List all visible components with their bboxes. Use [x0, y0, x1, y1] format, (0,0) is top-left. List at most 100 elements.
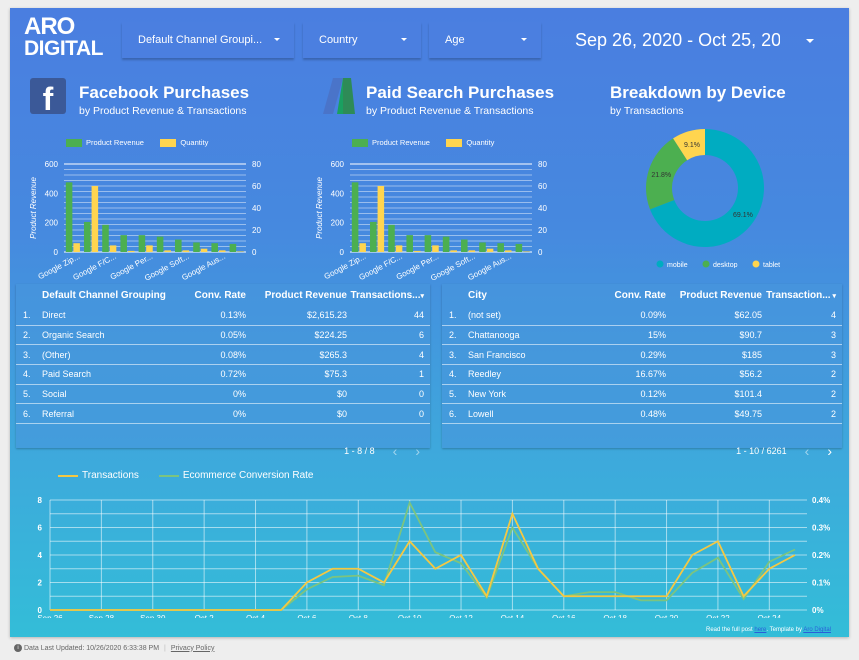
y2-tick-label: 60: [538, 182, 547, 191]
row-name: (Other): [42, 349, 71, 360]
bar-quantity: [377, 186, 385, 252]
table-row[interactable]: 2. Chattanooga 15% $90.7 3: [442, 326, 842, 346]
bar-product-revenue: [406, 235, 413, 252]
y-tick-label: 8: [38, 496, 43, 505]
column-header-conv-rate[interactable]: Conv. Rate: [578, 290, 667, 301]
x-tick-label: Oct 22: [706, 614, 730, 618]
bar-quantity: [486, 248, 494, 252]
bar-product-revenue: [497, 243, 504, 252]
row-transactions: 4: [830, 310, 836, 321]
device-donut-chart: 69.1% 21.8% 9.1% mobile desktop tablet: [646, 129, 780, 268]
row-conv-rate: 0.05%: [220, 330, 246, 341]
row-index: 1.: [449, 310, 457, 321]
table-row[interactable]: 1. (not set) 0.09% $62.05 4: [442, 306, 842, 326]
y2-tick-label: 0.1%: [812, 579, 830, 588]
bar-product-revenue: [351, 182, 359, 252]
bar-quantity: [91, 186, 99, 252]
date-range-picker[interactable]: Sep 26, 2020 - Oct 25, 2020: [575, 24, 830, 56]
table-row[interactable]: 6. Lowell 0.48% $49.75 2: [442, 404, 842, 425]
channel-table: Default Channel Grouping Conv. Rate Prod…: [16, 284, 430, 459]
y-axis-label: Product Revenue: [29, 177, 38, 239]
bar-product-revenue: [461, 239, 468, 252]
filter-channel-grouping[interactable]: Default Channel Groupi...: [122, 22, 294, 58]
bar-product-revenue: [120, 235, 127, 252]
column-header-revenue[interactable]: Product Revenue: [246, 290, 347, 301]
row-revenue: $0: [336, 389, 347, 400]
row-index: 3.: [449, 349, 457, 360]
table-row[interactable]: 1. Direct 0.13% $2,615.23 44: [16, 306, 430, 326]
row-name: Lowell: [468, 408, 494, 419]
aro-digital-link[interactable]: Aro Digital: [803, 627, 831, 633]
y2-tick-label: 20: [538, 226, 547, 235]
caret-down-icon: [806, 39, 814, 43]
row-revenue: $265.3: [319, 349, 347, 360]
column-header-revenue[interactable]: Product Revenue: [666, 290, 762, 301]
filter-age[interactable]: Age: [429, 22, 541, 58]
row-revenue: $49.75: [734, 408, 762, 419]
row-index: 2.: [449, 330, 457, 341]
read-post-link[interactable]: here: [754, 627, 766, 633]
column-header-transactions[interactable]: Transactions...▾: [347, 290, 424, 301]
table-row[interactable]: 4. Reedley 16.67% $56.2 2: [442, 365, 842, 385]
info-icon: i: [14, 644, 22, 652]
table-row[interactable]: 5. New York 0.12% $101.4 2: [442, 385, 842, 405]
table-row[interactable]: 4. Paid Search 0.72% $75.3 1: [16, 365, 430, 385]
facebook-bar-chart: 0200400600020406080Product RevenueGoogle…: [29, 160, 261, 283]
x-tick-label: Oct 8: [349, 614, 369, 618]
next-page-button[interactable]: ›: [415, 443, 420, 459]
row-name: Organic Search: [42, 330, 105, 341]
bar-product-revenue: [479, 242, 486, 252]
x-tick-label: Oct 12: [449, 614, 473, 618]
row-conv-rate: 15%: [647, 330, 666, 341]
column-header-channel[interactable]: Default Channel Grouping: [42, 290, 172, 301]
bar-product-revenue: [65, 182, 73, 252]
row-conv-rate: 0.13%: [220, 310, 246, 321]
row-revenue: $62.05: [734, 310, 762, 321]
bar-product-revenue: [193, 242, 200, 252]
pagination-label: 1 - 8 / 8: [344, 446, 375, 457]
bar-product-revenue: [515, 243, 523, 252]
y2-tick-label: 40: [538, 204, 547, 213]
column-header-conv-rate[interactable]: Conv. Rate: [172, 290, 247, 301]
filter-country[interactable]: Country: [303, 22, 421, 58]
row-name: Referral: [42, 408, 75, 419]
sort-desc-icon: ▾: [420, 292, 424, 300]
row-conv-rate: 0.09%: [640, 310, 666, 321]
row-name: Reedley: [468, 369, 502, 380]
row-name: Paid Search: [42, 369, 92, 380]
y-tick-label: 400: [45, 189, 59, 198]
row-transactions: 2: [830, 408, 836, 419]
legend-label: desktop: [713, 262, 738, 268]
table-row[interactable]: 3. (Other) 0.08% $265.3 4: [16, 345, 430, 366]
privacy-policy-link[interactable]: Privacy Policy: [171, 645, 215, 652]
channel-table-pager: 1 - 8 / 8 ‹ ›: [16, 438, 430, 464]
table-row[interactable]: 6. Referral 0% $0 0: [16, 404, 430, 425]
prev-page-button[interactable]: ‹: [805, 443, 810, 459]
column-header-transactions[interactable]: Transaction... ▾: [762, 290, 836, 301]
row-transactions: 0: [418, 408, 424, 419]
legend-line-transactions: [58, 474, 78, 477]
next-page-button[interactable]: ›: [827, 443, 832, 459]
bar-quantity: [359, 243, 366, 252]
table-row[interactable]: 3. San Francisco 0.29% $185 3: [442, 345, 842, 366]
y2-tick-label: 40: [252, 204, 261, 213]
bar-product-revenue: [424, 235, 432, 252]
table-row[interactable]: 5. Social 0% $0 0: [16, 385, 430, 405]
table-row[interactable]: 2. Organic Search 0.05% $224.25 6: [16, 326, 430, 346]
row-name: New York: [468, 389, 507, 400]
x-tick-label: Sep 28: [89, 614, 115, 618]
row-index: 6.: [23, 408, 31, 419]
pagination-label: 1 - 10 / 6261: [736, 446, 787, 457]
bar-product-revenue: [388, 224, 395, 252]
row-index: 5.: [23, 389, 31, 400]
prev-page-button[interactable]: ‹: [393, 443, 398, 459]
row-transactions: 6: [418, 330, 424, 341]
legend-line-conversion: [158, 474, 179, 477]
y-tick-label: 4: [38, 551, 43, 560]
row-index: 2.: [23, 330, 31, 341]
y-tick-label: 0: [38, 606, 43, 615]
column-header-city[interactable]: City: [468, 290, 578, 301]
row-transactions: 3: [830, 330, 836, 341]
bar-product-revenue: [175, 239, 182, 252]
footer: i Data Last Updated: 10/26/2020 6:33:38 …: [14, 644, 214, 652]
